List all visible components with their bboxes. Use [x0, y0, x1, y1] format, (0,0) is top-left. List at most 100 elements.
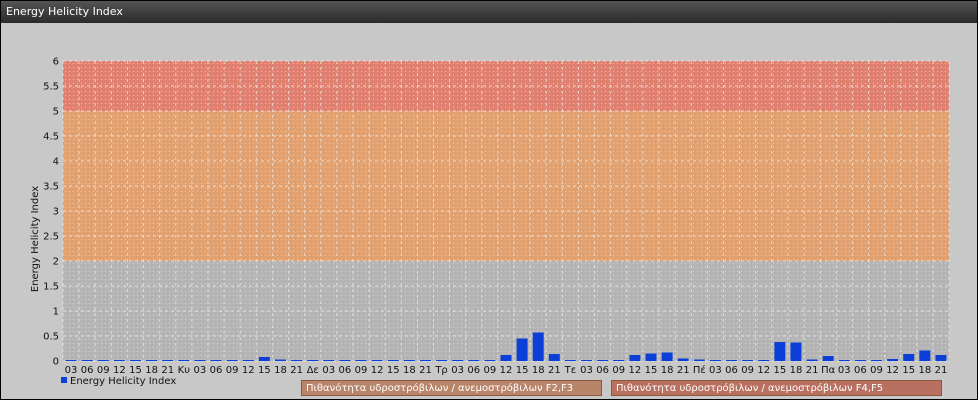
- bar: [146, 360, 158, 361]
- bar: [629, 355, 641, 361]
- bar: [871, 360, 882, 361]
- x-tick-label: 18: [661, 365, 674, 376]
- x-tick-label: 09: [97, 365, 110, 376]
- y-tick-label: 4.5: [43, 132, 59, 143]
- x-tick-label: 21: [677, 365, 690, 376]
- bar: [548, 354, 560, 361]
- bar: [661, 352, 673, 361]
- x-tick-label: 06: [596, 365, 609, 376]
- bar: [532, 332, 544, 361]
- x-tick-label: 21: [935, 365, 948, 376]
- bar: [806, 359, 818, 361]
- bar: [919, 350, 931, 361]
- x-tick-label: 09: [870, 365, 883, 376]
- x-tick-label: 18: [274, 365, 287, 376]
- x-tick-label: 15: [902, 365, 915, 376]
- bar: [903, 354, 915, 361]
- x-axis-ticks: 03 06 09 12 15 18 21 Κυ 03 06 09 12 15 18 21 Δε 03 06 09 12…: [65, 364, 948, 376]
- bar: [371, 360, 383, 361]
- y-tick-label: 1.5: [43, 282, 59, 293]
- x-tick-label: 15: [645, 365, 658, 376]
- bar: [597, 360, 609, 361]
- bar: [645, 353, 657, 361]
- x-tick-label: 21: [419, 365, 432, 376]
- x-tick-label: 12: [371, 365, 384, 376]
- x-tick-label: 21: [806, 365, 819, 376]
- x-tick-label: 15: [516, 365, 529, 376]
- bar: [387, 360, 399, 361]
- x-tick-label: 06: [339, 365, 352, 376]
- x-tick-label: 06: [725, 365, 738, 376]
- bar: [194, 360, 206, 361]
- y-tick-label: 3.5: [43, 182, 59, 193]
- y-tick-label: 5.5: [43, 82, 59, 93]
- y-tick-label: 3: [53, 207, 59, 218]
- x-tick-label: 18: [403, 365, 416, 376]
- band-legend-f4f5: Πιθανότητα υδροστρόβιλων / ανεμοστρόβιλω…: [611, 380, 942, 396]
- bar: [323, 360, 335, 361]
- x-tick-label: Πέ: [693, 364, 706, 376]
- bar: [500, 355, 512, 361]
- bar: [97, 360, 109, 361]
- x-tick-label: 12: [242, 365, 255, 376]
- x-tick-label: Πα: [821, 365, 836, 376]
- bar: [355, 360, 367, 361]
- x-tick-label: 03: [194, 365, 207, 376]
- x-tick-label: Τρ: [434, 365, 447, 376]
- bar: [81, 360, 93, 361]
- bar: [162, 360, 174, 361]
- bar: [113, 360, 125, 361]
- x-tick-label: 18: [532, 365, 545, 376]
- x-tick-label: Δε: [307, 365, 319, 376]
- x-tick-label: 12: [500, 365, 513, 376]
- x-tick-label: 03: [838, 365, 851, 376]
- bar: [742, 360, 754, 361]
- x-tick-label: 03: [580, 365, 593, 376]
- bar: [452, 360, 464, 361]
- x-tick-label: 09: [612, 365, 625, 376]
- x-tick-label: 03: [451, 365, 464, 376]
- bar: [484, 360, 496, 361]
- bar: [709, 360, 721, 361]
- bar: [726, 360, 738, 361]
- y-tick-label: 6: [53, 57, 59, 68]
- legend-entry-ehi: Energy Helicity Index: [61, 376, 176, 388]
- y-tick-label: 0: [53, 357, 59, 368]
- x-tick-label: 15: [387, 365, 400, 376]
- bar: [210, 360, 222, 361]
- x-tick-label: 09: [484, 365, 497, 376]
- y-tick-label: 2: [53, 257, 59, 268]
- x-tick-label: 15: [129, 365, 142, 376]
- y-axis-ticks: 0 0.5 1 1.5 2 2.5 3 3.5 4 4.5 5 5.5 6: [43, 57, 59, 368]
- legend-label: Energy Helicity Index: [70, 376, 177, 387]
- bar: [274, 359, 286, 361]
- x-tick-label: 21: [161, 365, 174, 376]
- bar: [291, 360, 303, 361]
- bar: [242, 360, 254, 361]
- bar: [677, 358, 689, 361]
- x-tick-label: 18: [790, 365, 803, 376]
- y-tick-label: 0.5: [43, 332, 59, 343]
- bar: [774, 342, 786, 361]
- bar: [178, 360, 190, 361]
- x-tick-label: 09: [741, 365, 754, 376]
- bar: [436, 360, 448, 361]
- x-tick-label: 18: [145, 365, 158, 376]
- bar: [130, 360, 141, 361]
- x-tick-label: 06: [854, 365, 867, 376]
- legend-swatch: [61, 377, 67, 383]
- x-tick-label: 03: [709, 365, 722, 376]
- x-tick-label: 06: [210, 365, 223, 376]
- x-tick-label: 21: [290, 365, 303, 376]
- bar: [581, 360, 593, 361]
- bar: [403, 360, 415, 361]
- bar: [758, 360, 770, 361]
- y-tick-label: 2.5: [43, 232, 59, 243]
- bar: [935, 355, 947, 361]
- bar: [838, 360, 850, 361]
- bar: [419, 360, 431, 361]
- bar: [468, 360, 480, 361]
- x-tick-label: Κυ: [178, 365, 191, 376]
- x-tick-label: 12: [629, 365, 642, 376]
- x-tick-label: 15: [773, 365, 786, 376]
